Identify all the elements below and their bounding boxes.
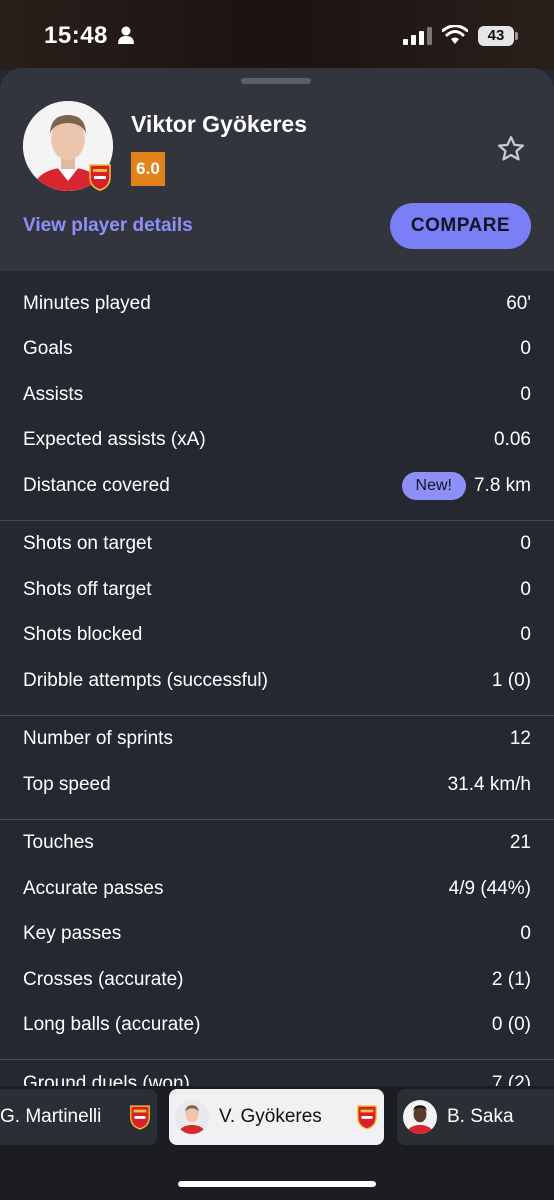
stat-row-top-speed: Top speed 31.4 km/h: [0, 762, 554, 808]
player-rating-badge: 6.0: [131, 152, 165, 186]
view-player-details-link[interactable]: View player details: [23, 215, 193, 237]
player-chip-avatar: [175, 1100, 209, 1134]
stat-label: Distance covered: [23, 474, 170, 496]
player-chip-gyokeres-selected[interactable]: V. Gyökeres: [169, 1089, 384, 1145]
stat-value: 31.4 km/h: [447, 773, 531, 795]
stat-value: 0.06: [494, 429, 531, 451]
status-time: 15:48: [44, 22, 108, 49]
stat-value: 12: [509, 728, 531, 750]
favorite-star-icon[interactable]: [496, 134, 526, 164]
stat-value: 0: [520, 578, 531, 600]
home-indicator[interactable]: [178, 1181, 376, 1187]
stat-label: Long balls (accurate): [23, 1014, 201, 1036]
stat-value: 4/9 (44%): [448, 877, 531, 899]
stat-row-number-of-sprints: Number of sprints 12: [0, 717, 554, 763]
stat-row-crosses: Crosses (accurate) 2 (1): [0, 957, 554, 1003]
stat-label: Key passes: [23, 923, 122, 945]
stat-label: Assists: [23, 383, 84, 405]
stat-row-expected-assists: Expected assists (xA) 0.06: [0, 418, 554, 464]
stat-label: Goals: [23, 338, 73, 360]
stat-label: Shots blocked: [23, 624, 143, 646]
arsenal-badge-icon: [130, 1105, 150, 1130]
stat-label: Shots on target: [23, 533, 152, 555]
stat-value: 0: [520, 533, 531, 555]
status-bar: 15:48 43: [0, 0, 554, 70]
stat-value: 0: [520, 624, 531, 646]
stat-label: Shots off target: [23, 578, 152, 600]
stats-group-general: Minutes played 60' Goals 0 Assists 0 Exp…: [0, 281, 554, 521]
player-chip-avatar: [403, 1100, 437, 1134]
person-icon: [118, 26, 134, 44]
stat-value-wrap: New! 7.8 km: [401, 471, 531, 500]
arsenal-badge-icon: [357, 1105, 377, 1130]
stat-row-long-balls: Long balls (accurate) 0 (0): [0, 1003, 554, 1049]
stat-value: 0: [520, 923, 531, 945]
stat-row-distance-covered: Distance covered New! 7.8 km: [0, 463, 554, 509]
stat-row-shots-blocked: Shots blocked 0: [0, 613, 554, 659]
stat-row-touches: Touches 21: [0, 821, 554, 867]
player-header: Viktor Gyökeres 6.0 View player details …: [0, 68, 554, 271]
stat-value: 7.8 km: [473, 474, 531, 496]
player-chip-name: V. Gyökeres: [219, 1106, 322, 1127]
player-chip-martinelli[interactable]: G. Martinelli: [0, 1089, 157, 1145]
signal-icon: [403, 27, 432, 45]
player-chip-saka[interactable]: B. Saka: [397, 1089, 554, 1145]
stat-row-dribble-attempts: Dribble attempts (successful) 1 (0): [0, 658, 554, 704]
stat-label: Number of sprints: [23, 728, 173, 750]
stat-value: 1 (0): [491, 669, 531, 691]
new-badge: New!: [401, 471, 466, 500]
player-sheet: Viktor Gyökeres 6.0 View player details …: [0, 68, 554, 1200]
player-switcher: G. Martinelli V. Gyökeres B. Saka: [0, 1086, 554, 1200]
stat-row-assists: Assists 0: [0, 372, 554, 418]
battery-indicator: 43: [478, 26, 514, 46]
arsenal-badge-icon: [89, 164, 111, 191]
stat-row-shots-on-target: Shots on target 0: [0, 522, 554, 568]
stat-value: 60': [506, 292, 531, 314]
stat-row-goals: Goals 0: [0, 327, 554, 373]
stats-group-physical: Number of sprints 12 Top speed 31.4 km/h: [0, 717, 554, 820]
stat-label: Touches: [23, 832, 94, 854]
stat-label: Minutes played: [23, 292, 151, 314]
stat-value: 0 (0): [491, 1014, 531, 1036]
wifi-icon: [442, 25, 468, 44]
stat-value: 2 (1): [491, 968, 531, 990]
stat-row-shots-off-target: Shots off target 0: [0, 567, 554, 613]
stat-label: Top speed: [23, 773, 111, 795]
stats-group-shooting: Shots on target 0 Shots off target 0 Sho…: [0, 522, 554, 716]
player-photo-icon: [403, 1100, 437, 1134]
stat-label: Dribble attempts (successful): [23, 669, 268, 691]
stat-label: Expected assists (xA): [23, 429, 206, 451]
stats-list: Minutes played 60' Goals 0 Assists 0 Exp…: [0, 280, 554, 1107]
stat-row-key-passes: Key passes 0: [0, 912, 554, 958]
battery-tip: [515, 32, 518, 40]
stats-group-passing: Touches 21 Accurate passes 4/9 (44%) Key…: [0, 821, 554, 1060]
stat-label: Accurate passes: [23, 877, 164, 899]
player-chip-name: B. Saka: [447, 1106, 514, 1127]
stat-row-minutes-played: Minutes played 60': [0, 281, 554, 327]
player-name: Viktor Gyökeres: [131, 111, 308, 137]
compare-button[interactable]: COMPARE: [390, 203, 531, 249]
player-photo-icon: [175, 1100, 209, 1134]
stat-label: Crosses (accurate): [23, 968, 184, 990]
stat-value: 0: [520, 383, 531, 405]
stat-value: 0: [520, 338, 531, 360]
player-chip-name: G. Martinelli: [0, 1106, 102, 1127]
stat-value: 21: [509, 832, 531, 854]
stat-row-accurate-passes: Accurate passes 4/9 (44%): [0, 866, 554, 912]
sheet-grabber[interactable]: [241, 78, 311, 84]
